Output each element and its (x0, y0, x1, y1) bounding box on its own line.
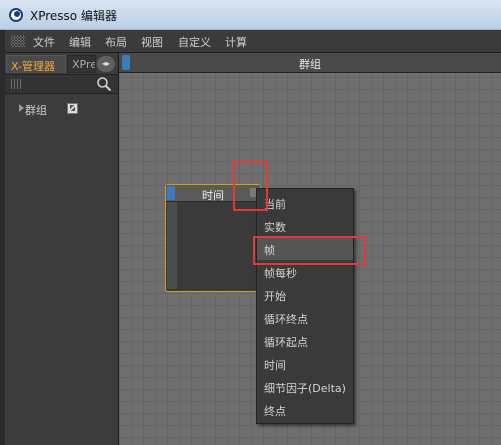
menu-item-end[interactable]: 终点 (257, 399, 353, 421)
enable-checkbox[interactable] (67, 103, 78, 114)
grip-icon[interactable] (11, 79, 23, 89)
menu-customize[interactable]: 自定义 (178, 34, 211, 50)
menu-item-loop-end[interactable]: 循环终点 (257, 307, 353, 329)
tree-item-label: 群组 (25, 104, 47, 117)
window-title: XPresso 编辑器 (30, 9, 117, 23)
editor-header: 群组 (119, 53, 501, 73)
menu-item-real[interactable]: 实数 (257, 215, 353, 237)
panel-toolbar (5, 74, 118, 94)
menu-edit[interactable]: 编辑 (69, 34, 91, 50)
output-port-menu: 当前 实数 帧 帧每秒 开始 循环终点 循环起点 时间 细节因子(Delta) … (256, 188, 354, 424)
menu-item-loop-start[interactable]: 循环起点 (257, 330, 353, 352)
menu-item-current[interactable]: 当前 (257, 192, 353, 214)
editor-title: 群组 (299, 58, 321, 71)
app-icon (9, 8, 23, 22)
expand-arrow-icon[interactable] (19, 104, 24, 112)
menu-item-delta[interactable]: 细节因子(Delta) (257, 376, 353, 398)
tree-item-group[interactable]: 群组 (5, 101, 118, 117)
menu-item-start[interactable]: 开始 (257, 284, 353, 306)
menu-item-time[interactable]: 时间 (257, 353, 353, 375)
menubar: 文件 编辑 布局 视图 自定义 计算 (5, 30, 501, 53)
x-manager-panel: X-管理器 XPresso ◂▸ 群组 (5, 53, 119, 445)
highlight-output-port (233, 161, 268, 211)
window-titlebar: XPresso 编辑器 (0, 0, 501, 30)
menu-view[interactable]: 视图 (141, 34, 163, 50)
tab-scroll-arrows-icon[interactable]: ◂▸ (97, 56, 115, 72)
menu-file[interactable]: 文件 (33, 34, 55, 50)
node-input-column (167, 202, 177, 289)
menu-calculate[interactable]: 计算 (225, 34, 247, 50)
tab-x-manager[interactable]: X-管理器 (6, 55, 66, 73)
tab-xpresso[interactable]: XPresso (67, 55, 96, 73)
search-icon[interactable] (96, 76, 112, 92)
menu-layout[interactable]: 布局 (105, 34, 127, 50)
highlight-frame-item (253, 236, 366, 265)
grip-icon[interactable] (11, 35, 25, 47)
